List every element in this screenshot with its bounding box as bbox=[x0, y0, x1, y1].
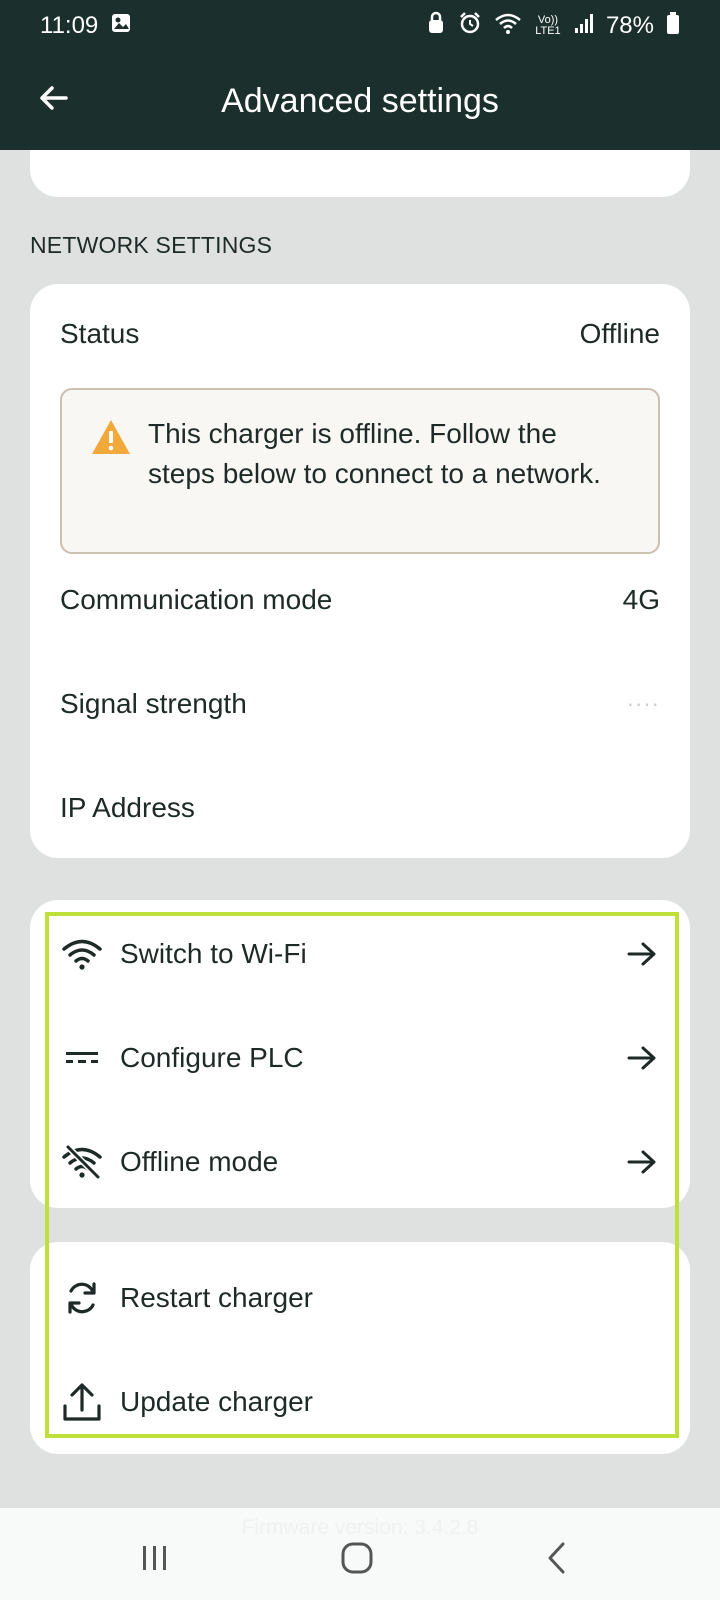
signal-strength-row: Signal strength ···· bbox=[60, 684, 660, 724]
communication-mode-value: 4G bbox=[622, 584, 660, 615]
recent-apps-icon bbox=[143, 1546, 166, 1570]
recent-apps-button[interactable] bbox=[125, 1536, 185, 1580]
app-bar: Advanced settings bbox=[0, 52, 720, 150]
arrow-left-icon bbox=[40, 86, 68, 110]
update-charger-label: Update charger bbox=[120, 1386, 314, 1417]
signal-strength-value: ···· bbox=[626, 691, 660, 716]
wifi-off-icon bbox=[60, 1140, 104, 1184]
update-charger-item[interactable]: Update charger bbox=[60, 1372, 660, 1432]
restart-charger-label: Restart charger bbox=[120, 1282, 313, 1313]
switch-to-wifi-label: Switch to Wi-Fi bbox=[120, 938, 307, 969]
plc-icon bbox=[60, 1036, 104, 1080]
connection-actions-card: Switch to Wi-Fi Configure PLC Offline mo… bbox=[30, 900, 690, 1208]
network-status-card: Status Offline This charger is offline. … bbox=[30, 284, 690, 858]
restart-charger-item[interactable]: Restart charger bbox=[60, 1268, 660, 1328]
offline-mode-label: Offline mode bbox=[120, 1146, 279, 1177]
status-right: Vo)) LTE1 78% bbox=[426, 11, 680, 42]
arrow-right-icon bbox=[624, 1040, 660, 1076]
wifi-status-icon bbox=[494, 11, 522, 42]
restart-icon bbox=[60, 1276, 104, 1320]
warning-triangle-icon bbox=[90, 418, 132, 532]
gallery-notification-icon bbox=[110, 12, 132, 41]
battery-icon bbox=[666, 11, 680, 42]
signal-icon bbox=[574, 12, 594, 41]
home-icon bbox=[341, 1542, 373, 1574]
chevron-left-icon bbox=[548, 1542, 565, 1574]
alarm-icon bbox=[458, 11, 482, 42]
signal-strength-label: Signal strength bbox=[60, 688, 247, 719]
battery-percentage: 78% bbox=[605, 12, 654, 39]
status-row: Status Offline bbox=[60, 314, 660, 354]
previous-card bbox=[30, 150, 690, 197]
lock-notification-icon bbox=[426, 11, 446, 42]
arrow-right-icon bbox=[624, 936, 660, 972]
status-time: 11:09 bbox=[40, 12, 99, 39]
configure-plc-item[interactable]: Configure PLC bbox=[60, 1028, 660, 1088]
settings-content[interactable]: NETWORK SETTINGS Status Offline This cha… bbox=[0, 150, 720, 1508]
status-label: Status bbox=[60, 318, 140, 349]
configure-plc-label: Configure PLC bbox=[120, 1042, 304, 1073]
communication-mode-label: Communication mode bbox=[60, 584, 333, 615]
page-title: Advanced settings bbox=[221, 81, 499, 120]
offline-warning: This charger is offline. Follow the step… bbox=[60, 388, 660, 554]
warning-text: This charger is offline. Follow the step… bbox=[148, 418, 601, 489]
charger-actions-card: Restart charger Update charger bbox=[30, 1242, 690, 1454]
volte-label: Vo)) LTE1 bbox=[535, 14, 561, 37]
status-value: Offline bbox=[579, 318, 660, 349]
upload-icon bbox=[60, 1380, 104, 1424]
section-title-network: NETWORK SETTINGS bbox=[30, 232, 273, 258]
home-button[interactable] bbox=[327, 1536, 387, 1580]
offline-mode-item[interactable]: Offline mode bbox=[60, 1132, 660, 1192]
back-button[interactable] bbox=[34, 78, 74, 118]
status-left: 11:09 bbox=[40, 12, 132, 41]
wifi-icon bbox=[60, 932, 104, 976]
ip-address-row: IP Address bbox=[60, 788, 660, 828]
ip-address-label: IP Address bbox=[60, 792, 195, 823]
status-bar: 11:09 Vo)) LTE1 78% bbox=[0, 0, 720, 52]
system-back-button[interactable] bbox=[527, 1536, 587, 1580]
communication-mode-row: Communication mode 4G bbox=[60, 580, 660, 620]
switch-to-wifi-item[interactable]: Switch to Wi-Fi bbox=[60, 924, 660, 984]
arrow-right-icon bbox=[624, 1144, 660, 1180]
